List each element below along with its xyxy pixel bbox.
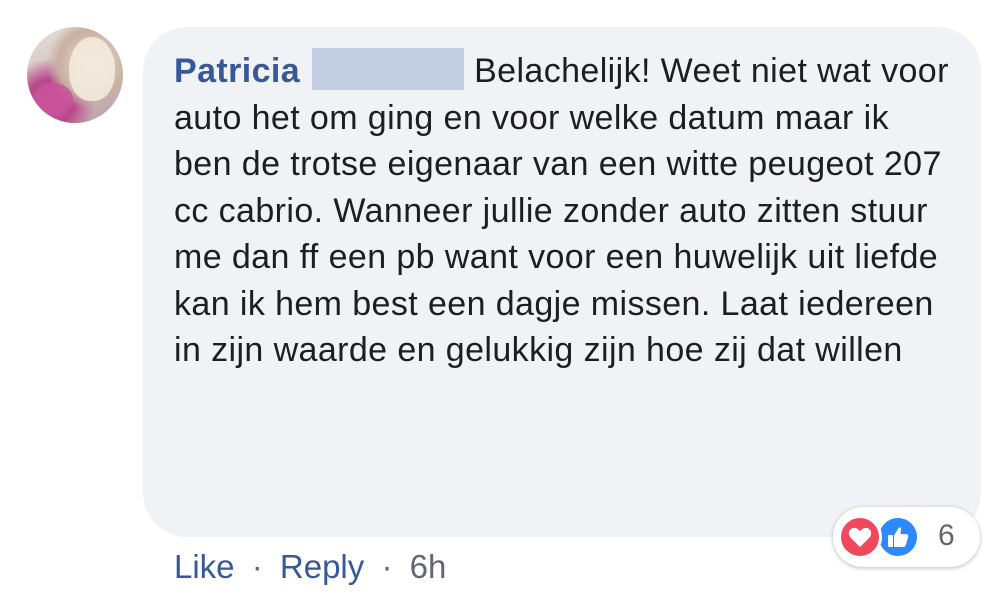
comment-timestamp[interactable]: 6h <box>410 548 447 585</box>
redacted-surname <box>312 48 465 90</box>
author-name-link[interactable]: Patricia <box>174 52 300 90</box>
love-icon <box>838 515 882 559</box>
comment-text: Belachelijk! Weet niet wat voor auto het… <box>174 52 949 369</box>
like-button[interactable]: Like <box>174 548 235 585</box>
separator-dot: · <box>381 548 393 585</box>
avatar-flowers-shape <box>33 83 73 115</box>
comment-body: Patricia Belachelijk! Weet niet wat voor … <box>174 48 954 374</box>
like-icon <box>876 515 920 559</box>
avatar-hair-shape <box>69 37 115 101</box>
separator-dot: · <box>251 548 263 585</box>
reactions-summary[interactable]: 6 <box>833 507 980 567</box>
comment-actions: Like · Reply · 6h <box>174 546 446 588</box>
reply-button[interactable]: Reply <box>280 548 364 585</box>
author-avatar[interactable] <box>27 27 123 123</box>
reaction-count: 6 <box>938 519 955 552</box>
